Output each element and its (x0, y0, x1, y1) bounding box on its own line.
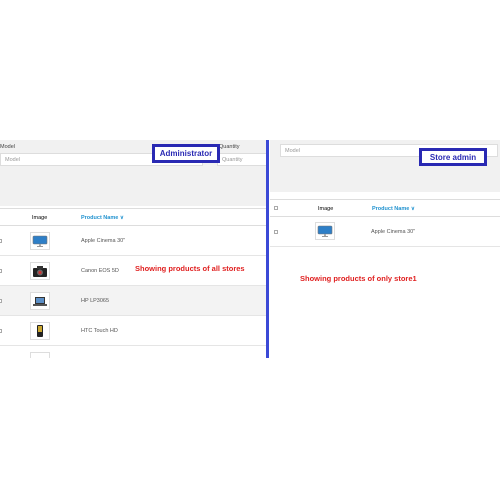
product-name: Canon EOS 5D (81, 268, 119, 274)
table-row[interactable]: HTC Touch HD (0, 316, 266, 346)
row-checkbox[interactable] (274, 230, 278, 234)
product-name: Apple Cinema 30" (371, 229, 416, 235)
panel-divider (266, 140, 269, 358)
quantity-input[interactable]: Quantity (217, 153, 266, 166)
all-stores-note: Showing products of all stores (135, 264, 245, 273)
monitor-icon (315, 222, 335, 240)
table-header: Image Product Name ∨ (0, 208, 266, 226)
table-header: Image Product Name ∨ (270, 199, 500, 217)
row-checkbox[interactable] (0, 329, 2, 333)
row-checkbox[interactable] (0, 269, 2, 273)
model-label: Model (0, 144, 15, 150)
product-thumbnail (30, 352, 50, 358)
select-all-checkbox[interactable] (274, 206, 278, 210)
monitor-icon (30, 232, 50, 250)
product-name: HTC Touch HD (81, 328, 118, 334)
only-store1-note: Showing products of only store1 (300, 274, 417, 283)
product-name-sort-link[interactable]: Product Name ∨ (81, 215, 124, 221)
product-name-sort-link[interactable]: Product Name ∨ (372, 206, 415, 212)
table-row[interactable]: Apple Cinema 30" (270, 217, 500, 247)
laptop-icon (30, 292, 50, 310)
administrator-callout: Administrator (152, 144, 220, 163)
image-column-header: Image (318, 206, 334, 212)
product-name: Apple Cinema 30" (81, 238, 126, 244)
table-row[interactable] (0, 346, 266, 358)
table-row[interactable]: Apple Cinema 30" (0, 226, 266, 256)
product-name: HP LP3065 (81, 298, 110, 304)
quantity-label: Quantity (219, 144, 240, 150)
row-checkbox[interactable] (0, 239, 2, 243)
phone-icon (30, 322, 50, 340)
camera-icon (30, 262, 50, 280)
store-admin-callout: Store admin (419, 148, 487, 166)
store-admin-product-list: Model Image Product Name ∨ Apple Cinema … (270, 140, 500, 358)
table-row[interactable]: HP LP3065 (0, 286, 266, 316)
row-checkbox[interactable] (0, 299, 2, 303)
administrator-product-list: Model Model Quantity Quantity Image Prod… (0, 140, 266, 358)
image-column-header: Image (32, 215, 48, 221)
